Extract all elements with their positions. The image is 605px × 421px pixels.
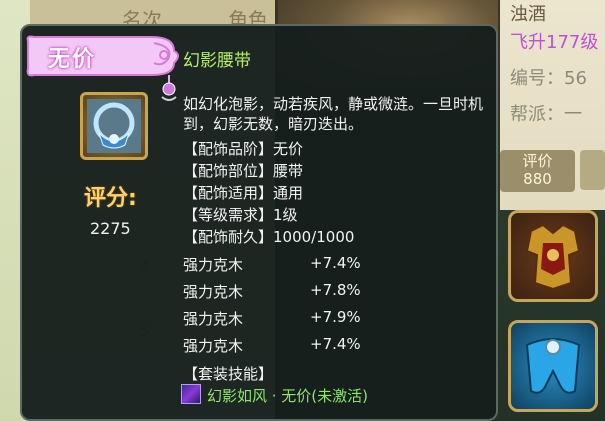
stat-value: +7.8% xyxy=(310,281,361,299)
stat-value: +7.4% xyxy=(310,335,361,353)
equipment-slot-belt[interactable] xyxy=(508,320,598,412)
stat-value: +7.9% xyxy=(310,308,361,326)
attribute-line: 【配饰部位】腰带 xyxy=(183,162,304,180)
stat-name: 强力克木 xyxy=(183,256,244,274)
stat-value: +7.4% xyxy=(310,254,361,272)
player-id: 编号：56 xyxy=(510,68,587,89)
item-name: 幻影腰带 xyxy=(183,51,251,71)
belt-icon xyxy=(87,99,141,153)
set-skill-name: 幻影如风 · 无价(未激活) xyxy=(207,387,369,405)
stat-name: 强力克木 xyxy=(183,337,244,355)
score-value: 2275 xyxy=(90,219,131,238)
item-description: 如幻化泡影，动若疾风，静或微涟。一旦时机到，幻影无数，暗刃迭出。 xyxy=(183,95,484,133)
armor-icon xyxy=(525,223,581,291)
stat-name: 强力克木 xyxy=(183,310,244,328)
attribute-line: 【配饰耐久】1000/1000 xyxy=(183,228,355,246)
set-skill-icon xyxy=(181,384,201,404)
player-guild: 帮派：一 xyxy=(510,104,582,125)
attribute-line: 【等级需求】1级 xyxy=(183,206,298,224)
evaluation-side-tab[interactable] xyxy=(580,150,605,190)
evaluation-value: 880 xyxy=(523,170,552,188)
equipment-slot-armor[interactable] xyxy=(508,210,598,302)
score-label: 评分: xyxy=(84,186,137,211)
set-skill-title: 【套装技能】 xyxy=(183,365,274,383)
attribute-line: 【配饰品阶】无价 xyxy=(183,140,304,158)
evaluation-label: 评价 xyxy=(522,152,553,170)
player-rank: 飞升177级 xyxy=(510,32,599,53)
pendant-icon xyxy=(161,75,177,101)
stat-name: 强力克木 xyxy=(183,283,244,301)
quality-label: 无价 xyxy=(48,47,97,72)
attribute-line: 【配饰适用】通用 xyxy=(183,184,304,202)
belt-icon xyxy=(525,338,581,394)
evaluation-button[interactable]: 评价 880 xyxy=(500,150,575,192)
item-icon-frame xyxy=(80,92,148,160)
player-name: 浊酒 xyxy=(510,4,546,25)
